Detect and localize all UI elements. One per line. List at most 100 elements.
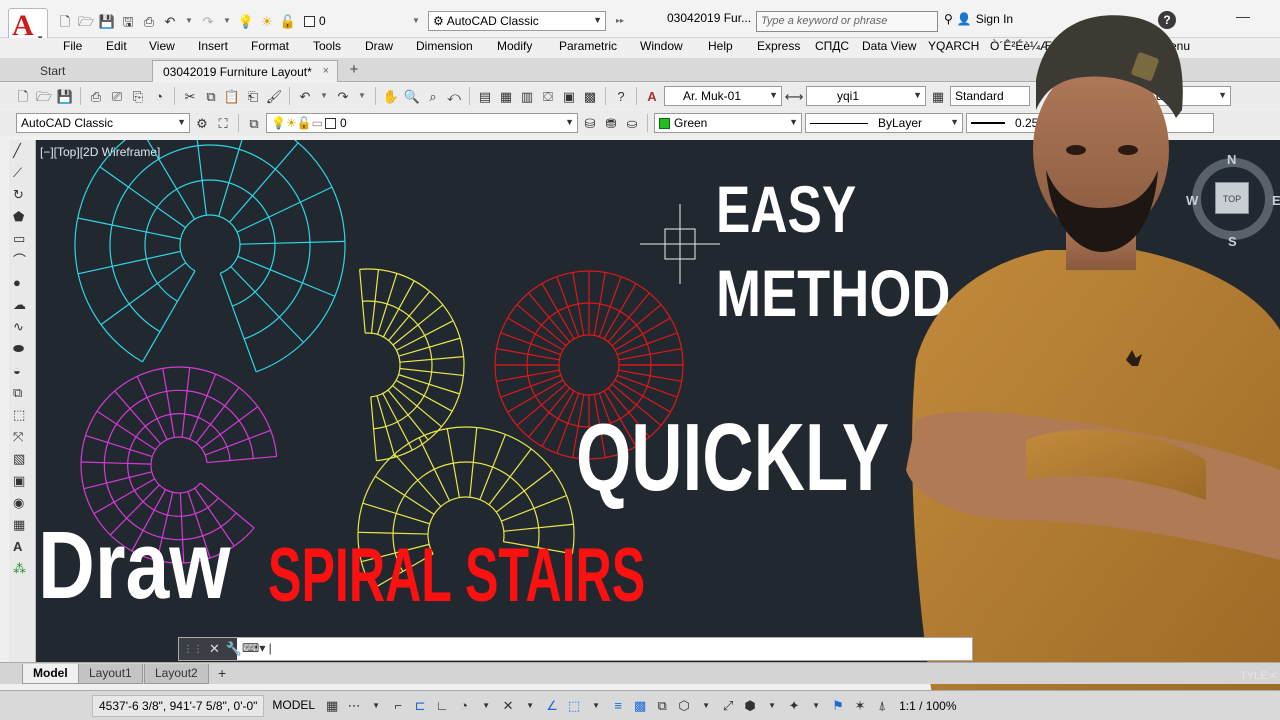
workspace-settings-icon[interactable]: ⛶ [214, 114, 232, 132]
command-line[interactable]: ⋮⋮ ✕ 🔧 ⌨▾ | [178, 637, 973, 661]
object-snap-icon[interactable]: ⬚ [565, 696, 583, 716]
gear-icon[interactable]: ⚙ [193, 114, 211, 132]
grid-icon[interactable]: ▦ [323, 696, 341, 716]
add-layout-button[interactable]: + [212, 664, 233, 684]
layer-states-icon[interactable]: ⛀ [623, 114, 641, 132]
new-file-icon[interactable]: 🗋 [14, 87, 32, 105]
region-icon[interactable]: ◉ [13, 496, 31, 514]
undo-icon[interactable]: ↶ [296, 87, 314, 105]
print-icon[interactable]: ⎙ [140, 12, 158, 30]
save-icon[interactable]: 💾 [98, 12, 116, 30]
transparency-icon[interactable]: ▩ [631, 696, 649, 716]
infer-constraints-icon[interactable]: ⌐ [389, 696, 407, 716]
command-prompt-icon[interactable]: ⌨▾ | [242, 641, 272, 655]
selection-cycling-icon[interactable]: ⧉ [653, 696, 671, 716]
print-icon[interactable]: ⎙ [87, 87, 105, 105]
zoom-window-icon[interactable]: ⌕ [424, 87, 442, 105]
3d-object-snap-icon[interactable]: ⬡ [675, 696, 693, 716]
command-line-handle[interactable]: ⋮⋮ ✕ 🔧 [179, 638, 242, 660]
undo-icon[interactable]: ↶ [161, 12, 179, 30]
match-properties-icon[interactable]: 🖌 [265, 87, 283, 105]
chevron-down-icon[interactable]: ▼ [521, 696, 539, 716]
chevron-down-icon[interactable]: ▼ [807, 696, 825, 716]
save-icon[interactable]: 💾 [56, 87, 74, 105]
make-block-icon[interactable]: ⬚ [13, 408, 31, 426]
properties-icon[interactable]: ▤ [476, 87, 494, 105]
new-tab-button[interactable]: + [344, 61, 364, 79]
annotation-scale-value[interactable]: 1:1 / 100% [895, 699, 960, 713]
pan-hand-icon[interactable]: ✋ [382, 87, 400, 105]
layer-on-bulb-icon[interactable]: 💡 [237, 12, 255, 30]
undo-dropdown-icon[interactable]: ▼ [317, 87, 331, 105]
ellipse-arc-icon[interactable]: ◒ [13, 364, 31, 382]
insert-block-icon[interactable]: ⧉ [13, 386, 31, 404]
tab-furniture-layout[interactable]: 03042019 Furniture Layout* × [152, 60, 338, 82]
paste-icon[interactable]: 📋 [223, 87, 241, 105]
dynamic-input-icon[interactable]: ⊏ [411, 696, 429, 716]
arc-icon[interactable]: ⌒ [13, 254, 31, 272]
open-folder-icon[interactable]: 🗁 [35, 87, 53, 105]
menu-draw[interactable]: Draw [365, 39, 393, 53]
line-icon[interactable]: ╱ [13, 144, 31, 162]
model-space-button[interactable]: MODEL [268, 695, 319, 717]
construction-line-icon[interactable]: ⟋ [13, 166, 31, 184]
tool-palettes-icon[interactable]: ▥ [518, 87, 536, 105]
chevron-down-icon[interactable]: ▼ [477, 696, 495, 716]
workspace-dropdown-2[interactable]: AutoCAD Classic ▼ [16, 113, 190, 133]
layer-dropdown-arrow-icon[interactable]: ▼ [409, 12, 423, 30]
rectangle-icon[interactable]: ▭ [13, 232, 31, 250]
menu-tools[interactable]: Tools [313, 39, 341, 53]
polygon-icon[interactable]: ⬟ [13, 210, 31, 228]
close-icon[interactable]: ✕ [209, 641, 220, 657]
menu-edit[interactable]: Edit [106, 39, 127, 53]
sheet-set-icon[interactable]: ⛋ [539, 87, 557, 105]
menu-view[interactable]: View [149, 39, 175, 53]
dynamic-ucs-icon[interactable]: ⤢ [719, 696, 737, 716]
redo-dropdown-icon[interactable]: ▼ [355, 87, 369, 105]
menu-insert[interactable]: Insert [198, 39, 228, 53]
color-control-dropdown[interactable]: Green ▼ [654, 113, 802, 133]
tab-layout2[interactable]: Layout2 [144, 664, 209, 684]
chevron-down-icon[interactable]: ▼ [763, 696, 781, 716]
publish-icon[interactable]: ◔ [150, 87, 168, 105]
new-file-icon[interactable]: 🗋 [56, 12, 74, 30]
polyline-icon[interactable]: ↻ [13, 188, 31, 206]
save-as-icon[interactable]: 🖫 [119, 12, 137, 30]
ellipse-icon[interactable]: ⬬ [13, 342, 31, 360]
point-icon[interactable]: ⤧ [13, 430, 31, 448]
menu-help[interactable]: Help [708, 39, 733, 53]
paste-special-icon[interactable]: ⎗ [244, 87, 262, 105]
chevron-down-icon[interactable]: ▼ [367, 696, 385, 716]
layer-dropdown[interactable]: 0 [300, 11, 410, 31]
design-center-icon[interactable]: ▦ [497, 87, 515, 105]
dimension-style-icon[interactable]: ⟷ [785, 87, 804, 105]
layer-properties-icon[interactable]: ⧉ [245, 114, 263, 132]
annotation-visibility-icon[interactable]: ⚑ [829, 696, 847, 716]
make-current-layer-icon[interactable]: ⛁ [581, 114, 599, 132]
redo-icon[interactable]: ↷ [199, 12, 217, 30]
selection-filter-icon[interactable]: ⬢ [741, 696, 759, 716]
coordinates-readout[interactable]: 4537'-6 3/8", 941'-7 5/8", 0'-0" [92, 694, 265, 717]
gizmo-icon[interactable]: ✦ [785, 696, 803, 716]
cut-icon[interactable]: ✂ [181, 87, 199, 105]
zoom-previous-icon[interactable]: ⤺ [445, 87, 463, 105]
menu-window[interactable]: Window [640, 39, 683, 53]
zoom-realtime-icon[interactable]: 🔍 [403, 87, 421, 105]
close-icon[interactable]: × [323, 65, 329, 77]
menu-parametric[interactable]: Parametric [559, 39, 617, 53]
drag-grip-icon[interactable]: ⋮⋮ [183, 644, 203, 655]
menu-file[interactable]: File [63, 39, 82, 53]
plot-icon[interactable]: ⎘ [129, 87, 147, 105]
text-style-icon[interactable]: A [643, 87, 661, 105]
chevron-down-icon[interactable]: ▼ [697, 696, 715, 716]
undo-dropdown-icon[interactable]: ▼ [182, 12, 196, 30]
gradient-icon[interactable]: ▣ [13, 474, 31, 492]
text-style-dropdown[interactable]: Ar. Muk-01 ▼ [664, 86, 782, 106]
redo-dropdown-icon[interactable]: ▼ [220, 12, 234, 30]
table-icon[interactable]: ▦ [13, 518, 31, 536]
wrench-icon[interactable]: 🔧 [226, 641, 242, 657]
layer-thaw-sun-icon[interactable]: ☀ [258, 12, 276, 30]
spline-icon[interactable]: ∿ [13, 320, 31, 338]
hatch-icon[interactable]: ▧ [13, 452, 31, 470]
help-icon[interactable]: ? [612, 87, 630, 105]
